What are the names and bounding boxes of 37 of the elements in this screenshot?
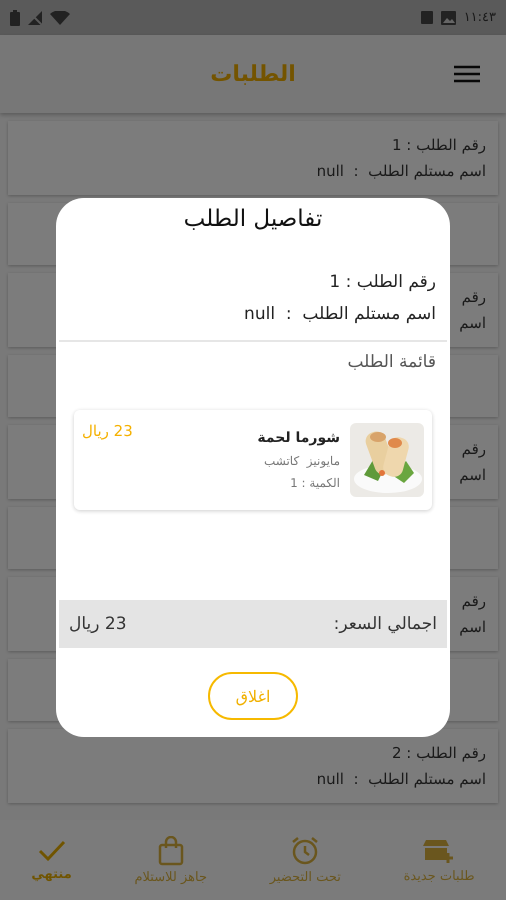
close-button[interactable]: اغلاق bbox=[208, 672, 298, 720]
item-extras: مايونيز كاتشب bbox=[264, 454, 340, 468]
order-number: رقم bbox=[462, 288, 486, 306]
order-number: رقم الطلب : 1 bbox=[392, 136, 486, 154]
total-value: 23 ريال bbox=[69, 614, 127, 634]
nav-tab[interactable]: جاهز للاستلام bbox=[128, 832, 213, 888]
status-time: ١١:٤٣ bbox=[464, 10, 496, 25]
receiver-name: اسم bbox=[459, 314, 486, 332]
nav-tab[interactable]: منتهي bbox=[25, 834, 78, 886]
order-number: رقم الطلب : 2 bbox=[392, 744, 486, 762]
no-signal-icon bbox=[28, 10, 42, 24]
receiver-name: اسم مستلم الطلب : null bbox=[244, 304, 436, 324]
order-number: رقم bbox=[462, 440, 486, 458]
wifi-icon bbox=[50, 10, 70, 24]
total-label: اجمالي السعر: bbox=[334, 614, 437, 634]
item-quantity: الكمية : 1 bbox=[290, 476, 340, 490]
nav-tab[interactable]: طلبات جديدة bbox=[398, 832, 481, 888]
list-title: قائمة الطلب bbox=[346, 351, 437, 372]
battery-icon bbox=[10, 10, 20, 26]
image-icon bbox=[440, 10, 456, 24]
receiver-name: اسم مستلم الطلب : null bbox=[316, 162, 486, 180]
shopping-bag-icon bbox=[158, 836, 184, 866]
alarm-clock-icon bbox=[290, 836, 320, 866]
nav-tab[interactable]: تحت التحضير bbox=[264, 832, 347, 888]
menu-icon[interactable] bbox=[454, 65, 480, 83]
dialog-title: تفاصيل الطلب bbox=[182, 205, 324, 234]
receiver-name: اسم bbox=[459, 466, 486, 484]
receiver-name: اسم bbox=[459, 618, 486, 636]
page-title: الطلبات bbox=[210, 62, 296, 86]
receiver-name: اسم مستلم الطلب : null bbox=[316, 770, 486, 788]
item-name: شورما لحمة bbox=[257, 430, 340, 446]
item-price: 23 ريال bbox=[82, 422, 133, 440]
order-card[interactable]: رقم الطلب : 1 اسم مستلم الطلب : null bbox=[8, 121, 498, 195]
order-number: رقم الطلب : 1 bbox=[329, 272, 436, 292]
order-card[interactable]: رقم الطلب : 2 اسم مستلم الطلب : null bbox=[8, 729, 498, 803]
check-icon bbox=[38, 838, 66, 862]
order-number: رقم bbox=[462, 592, 486, 610]
